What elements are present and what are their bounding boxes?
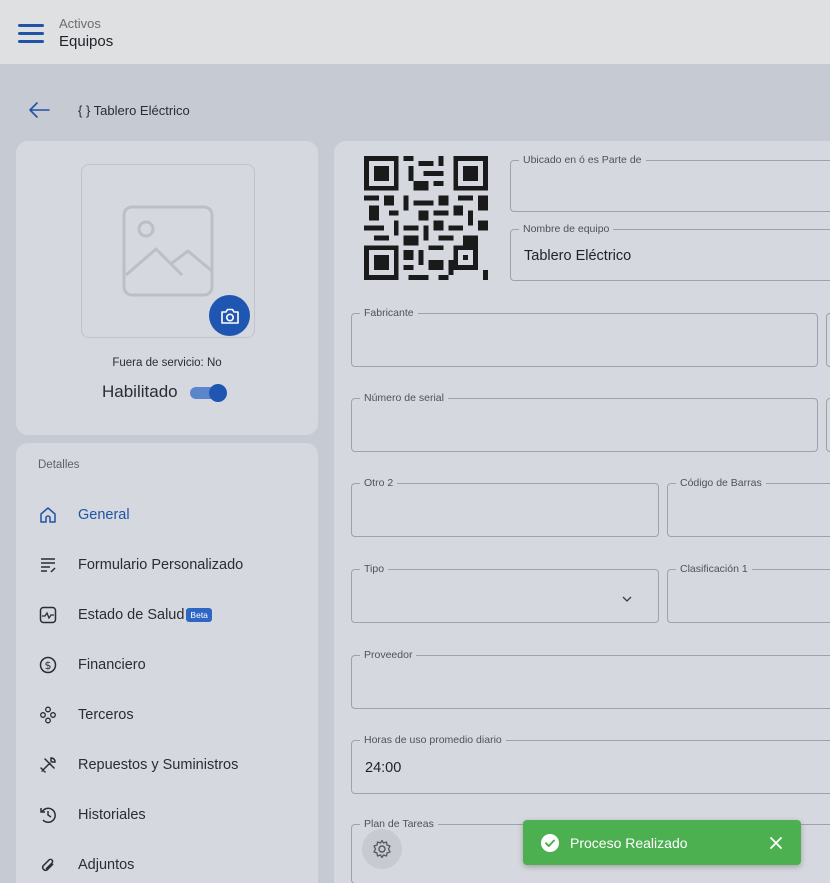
details-heading: Detalles: [38, 459, 80, 471]
menu-icon[interactable]: [18, 24, 44, 44]
enabled-label: Habilitado: [102, 382, 178, 401]
nav-item-attachments[interactable]: Adjuntos: [38, 851, 134, 879]
beta-badge: Beta: [186, 608, 212, 622]
people-icon: [38, 705, 58, 725]
page-title: Equipos: [59, 33, 114, 50]
nav-item-financial[interactable]: $ Financiero: [38, 651, 146, 679]
details-nav: Detalles General Formulario Personalizad…: [16, 443, 318, 883]
other-2-field[interactable]: Otro 2: [351, 477, 659, 537]
form-icon: [38, 555, 58, 575]
success-toast: Proceso Realizado: [523, 820, 801, 865]
nav-item-general[interactable]: General: [38, 501, 130, 529]
type-select[interactable]: Tipo: [351, 563, 659, 623]
nav-item-spare-parts[interactable]: Repuestos y Suministros: [38, 751, 238, 779]
equipment-name-field[interactable]: Nombre de equipo Tablero Eléctrico: [510, 223, 830, 281]
history-icon: [38, 805, 58, 825]
app-bar: Activos Equipos: [0, 0, 830, 64]
enabled-toggle[interactable]: [189, 384, 227, 402]
health-icon: [38, 605, 58, 625]
toast-message: Proceso Realizado: [570, 834, 688, 851]
svg-text:$: $: [45, 659, 52, 672]
serial-number-field[interactable]: Número de serial: [351, 392, 818, 452]
equipment-form: Ubicado en ó es Parte de Nombre de equip…: [334, 141, 830, 883]
nav-item-history[interactable]: Historiales: [38, 801, 146, 829]
check-circle-icon: [541, 833, 559, 852]
attachment-icon: [38, 855, 58, 875]
daily-usage-hours-field[interactable]: Horas de uso promedio diario 24:00: [351, 734, 830, 794]
nav-label: General: [78, 507, 130, 523]
barcode-field[interactable]: Código de Barras: [667, 477, 830, 537]
nav-label: Terceros: [78, 707, 134, 723]
tools-icon: [38, 755, 58, 775]
nav-label: Historiales: [78, 807, 146, 823]
manufacturer-field[interactable]: Fabricante: [351, 307, 818, 367]
chevron-down-icon: [622, 596, 632, 602]
qr-code[interactable]: [362, 156, 490, 280]
nav-item-custom-form[interactable]: Formulario Personalizado: [38, 551, 243, 579]
located-in-field[interactable]: Ubicado en ó es Parte de: [510, 154, 830, 212]
nav-label: Repuestos y Suministros: [78, 757, 239, 773]
supplier-field[interactable]: Proveedor: [351, 649, 830, 709]
camera-icon: [220, 308, 239, 324]
enabled-row: Habilitado: [102, 382, 227, 402]
breadcrumb: { } Tablero Eléctrico: [78, 103, 190, 118]
home-icon: [38, 505, 58, 525]
back-arrow-icon[interactable]: [28, 100, 50, 120]
camera-button[interactable]: [209, 295, 250, 336]
serial-side-field[interactable]: [826, 398, 830, 452]
gear-icon: [373, 839, 391, 859]
manufacturer-side-field[interactable]: [826, 313, 830, 367]
image-placeholder-icon: [122, 205, 214, 297]
dollar-icon: $: [38, 655, 58, 675]
close-icon[interactable]: [769, 836, 783, 850]
nav-label: Adjuntos: [78, 857, 135, 873]
nav-label: Financiero: [78, 657, 146, 673]
task-plan-settings-button[interactable]: [362, 829, 402, 869]
out-of-service-status: Fuera de servicio: No: [112, 357, 222, 369]
app-section: Activos: [59, 16, 101, 31]
nav-label: Estado de Salud: [78, 607, 185, 623]
photo-card: Fuera de servicio: No Habilitado: [16, 141, 318, 435]
nav-item-third-parties[interactable]: Terceros: [38, 701, 134, 729]
main-content: { } Tablero Eléctrico Fuera de servicio:…: [0, 64, 830, 883]
nav-label: Formulario Personalizado: [78, 557, 244, 573]
nav-item-health[interactable]: Estado de Salud Beta: [38, 601, 212, 629]
classification-1-field[interactable]: Clasificación 1: [667, 563, 830, 623]
